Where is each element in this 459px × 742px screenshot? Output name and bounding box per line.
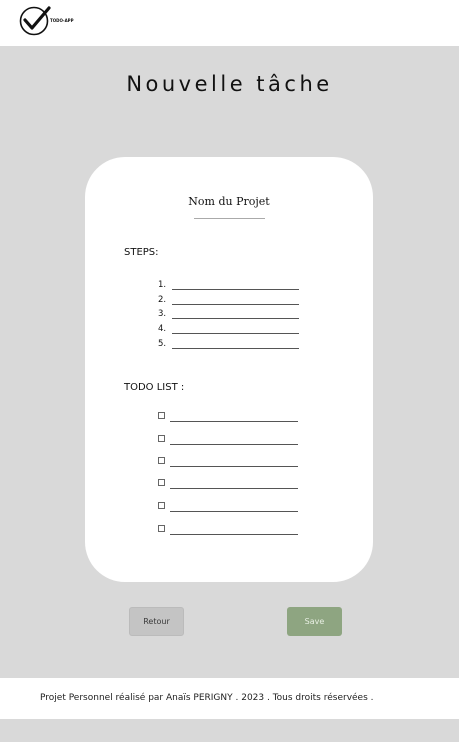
- step-item[interactable]: 1.: [158, 280, 308, 294]
- step-item[interactable]: 4.: [158, 324, 308, 338]
- todo-item[interactable]: [158, 410, 308, 424]
- todo-input-line[interactable]: [170, 444, 298, 445]
- project-name[interactable]: Nom du Projet: [85, 195, 373, 208]
- save-button[interactable]: Save: [287, 607, 342, 636]
- step-input-line[interactable]: [172, 333, 299, 334]
- todo-checkbox[interactable]: [158, 435, 165, 442]
- todo-checkbox[interactable]: [158, 525, 165, 532]
- step-input-line[interactable]: [172, 304, 299, 305]
- todo-input-line[interactable]: [170, 488, 298, 489]
- step-number: 3.: [158, 309, 167, 319]
- todo-item[interactable]: [158, 523, 308, 537]
- task-card: Nom du Projet STEPS: 1. 2. 3. 4. 5. TODO…: [85, 157, 373, 582]
- footer: Projet Personnel réalisé par Anaïs PERIG…: [0, 678, 459, 719]
- back-button[interactable]: Retour: [129, 607, 184, 636]
- step-item[interactable]: 3.: [158, 309, 308, 323]
- step-number: 4.: [158, 324, 167, 334]
- todo-item[interactable]: [158, 433, 308, 447]
- todo-input-line[interactable]: [170, 534, 298, 535]
- steps-label: STEPS:: [124, 247, 159, 258]
- step-item[interactable]: 5.: [158, 339, 308, 353]
- step-number: 2.: [158, 295, 167, 305]
- step-item[interactable]: 2.: [158, 295, 308, 309]
- todo-list-label: TODO LIST :: [124, 382, 185, 393]
- page-title: Nouvelle tâche: [126, 72, 333, 96]
- step-input-line[interactable]: [172, 318, 299, 319]
- checkmark-circle-icon[interactable]: [18, 4, 52, 38]
- todo-input-line[interactable]: [170, 421, 298, 422]
- header: TODO-APP: [0, 0, 459, 46]
- todo-input-line[interactable]: [170, 511, 298, 512]
- project-name-underline: [194, 218, 265, 219]
- footer-text: Projet Personnel réalisé par Anaïs PERIG…: [40, 693, 374, 703]
- step-input-line[interactable]: [172, 289, 299, 290]
- step-input-line[interactable]: [172, 348, 299, 349]
- todo-item[interactable]: [158, 500, 308, 514]
- todo-checkbox[interactable]: [158, 479, 165, 486]
- todo-checkbox[interactable]: [158, 502, 165, 509]
- todo-checkbox[interactable]: [158, 412, 165, 419]
- logo-text: TODO-APP: [50, 18, 74, 23]
- todo-item[interactable]: [158, 455, 308, 469]
- todo-input-line[interactable]: [170, 466, 298, 467]
- todo-item[interactable]: [158, 477, 308, 491]
- step-number: 1.: [158, 280, 167, 290]
- todo-checkbox[interactable]: [158, 457, 165, 464]
- step-number: 5.: [158, 339, 167, 349]
